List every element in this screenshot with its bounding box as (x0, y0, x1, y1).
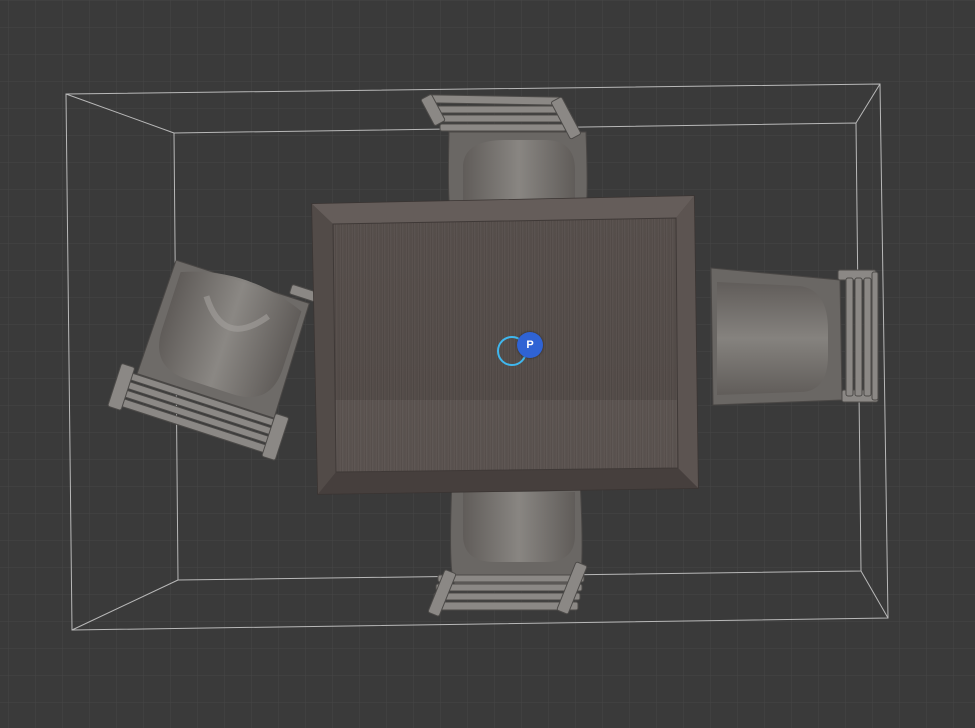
chair-right[interactable] (710, 267, 879, 406)
pivot-gizmo[interactable]: P (497, 332, 549, 372)
pivot-badge[interactable]: P (517, 332, 543, 358)
chair-bottom[interactable] (427, 479, 588, 617)
3d-viewport[interactable]: P (0, 0, 975, 728)
scene-canvas[interactable] (0, 0, 975, 728)
